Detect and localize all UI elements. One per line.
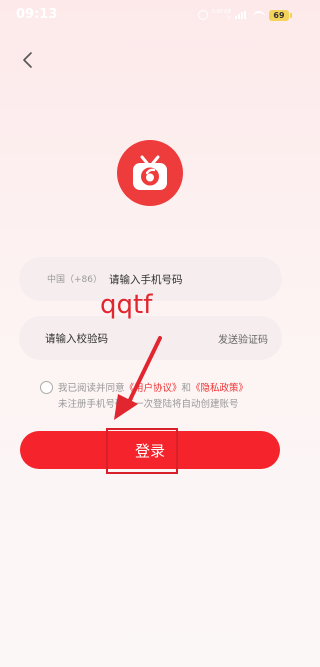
status-time: 09:13 xyxy=(16,7,58,22)
verification-code-input[interactable] xyxy=(43,328,187,350)
agreement-text: 我已阅读并同意《用户协议》和《隐私政策》 xyxy=(58,380,248,394)
battery-cap xyxy=(290,12,292,18)
phone-input[interactable] xyxy=(107,269,261,291)
annotation-text: qqtf xyxy=(100,290,153,320)
user-agreement-link[interactable]: 《用户协议》 xyxy=(125,383,182,394)
battery-icon: 69 xyxy=(269,9,292,21)
network-speed-unit: /s xyxy=(226,15,231,21)
status-icons: 0.00 KB /s 69 xyxy=(197,8,292,22)
agreement-checkbox[interactable] xyxy=(40,381,53,394)
app-logo xyxy=(117,140,183,206)
country-code-selector[interactable]: 中国（+86） xyxy=(47,272,102,285)
chevron-left-icon xyxy=(23,52,32,68)
agreement-prefix: 我已阅读并同意 xyxy=(58,383,125,394)
alarm-icon xyxy=(197,10,208,20)
signal-icon xyxy=(235,11,249,19)
wifi-icon xyxy=(253,11,265,19)
auto-register-note: 未注册手机号码第一次登陆将自动创建账号 xyxy=(58,399,239,410)
back-button[interactable] xyxy=(16,48,40,72)
agreement-and: 和 xyxy=(181,383,192,394)
login-button[interactable]: 登录 xyxy=(20,431,280,469)
privacy-policy-link[interactable]: 《隐私政策》 xyxy=(191,383,248,394)
status-bar: 09:13 0.00 KB /s 69 xyxy=(0,0,300,28)
verification-code-field: 发送验证码 xyxy=(19,316,282,360)
tv-icon xyxy=(133,155,167,190)
network-speed: 0.00 KB /s xyxy=(212,9,231,21)
send-code-button[interactable]: 发送验证码 xyxy=(218,331,268,346)
battery-level: 69 xyxy=(269,9,289,21)
